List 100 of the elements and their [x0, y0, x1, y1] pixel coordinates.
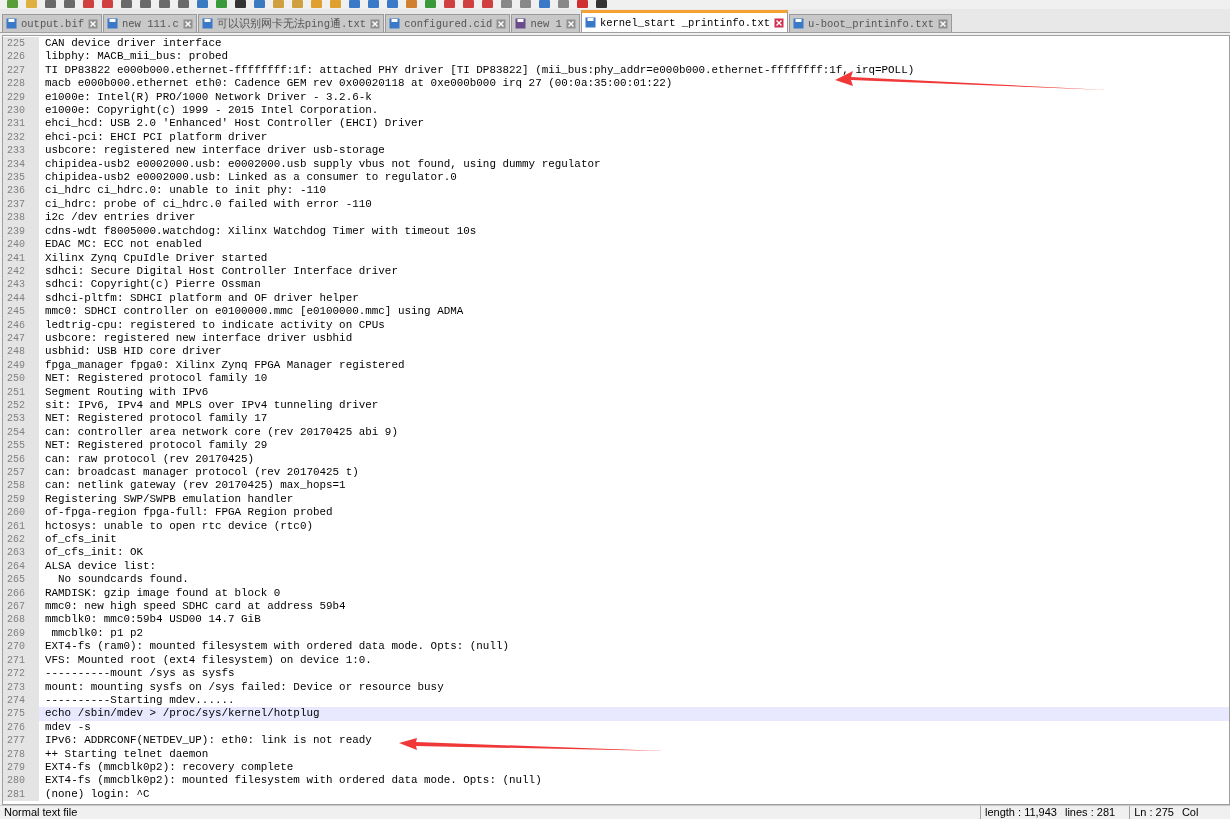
line-number: 257 — [3, 466, 39, 480]
toolbar-icon[interactable] — [120, 0, 133, 9]
file-tab[interactable]: kernel_start _printinfo.txt — [580, 10, 789, 32]
line-number: 236 — [3, 184, 39, 198]
code-line: NET: Registered protocol family 10 — [44, 372, 268, 386]
code-line: mmc0: SDHCI controller on e0100000.mmc [e0100000.mmc] using ADMA — [44, 305, 464, 319]
toolbar-icon[interactable] — [234, 0, 247, 9]
code-line: fpga_manager fpga0: Xilinx Zynq FPGA Manager registered — [44, 358, 405, 373]
code-line: libphy: MACB_mii_bus: probed — [44, 50, 228, 64]
code-line: TI DP83822 e000b000.ethernet-ffffffff:1f: attached PHY driver [TI DP83822] (mii_bus:phy_addr=e000b000.ethernet-ffffffff:1f, irq=POLL) — [44, 63, 915, 78]
line-number: 226 — [3, 50, 39, 64]
column-label: Col — [1180, 806, 1200, 819]
line-number: 277 — [3, 734, 39, 748]
code-line: EXT4-fs (ram0): mounted filesystem with ordered data mode. Opts: (null) — [44, 640, 510, 654]
code-line: CAN device driver interface — [44, 37, 222, 51]
file-tab[interactable]: configured.cid — [385, 14, 511, 32]
code-line: ALSA device list: — [44, 559, 157, 574]
line-number: 245 — [3, 305, 39, 319]
code-line: of_cfs_init — [44, 533, 117, 547]
line-number: 253 — [3, 412, 39, 426]
code-line: ehci_hcd: USB 2.0 'Enhanced' Host Controller (EHCI) Driver — [44, 117, 425, 131]
close-icon[interactable] — [774, 17, 785, 28]
close-icon[interactable] — [88, 18, 98, 29]
code-line: echo /sbin/mdev > /proc/sys/kernel/hotplug — [44, 707, 320, 721]
line-number: 255 — [3, 439, 39, 453]
code-line: VFS: Mounted root (ext4 filesystem) on device 1:0. — [44, 653, 372, 668]
code-line: can: broadcast manager protocol (rev 20170425 t) — [44, 466, 359, 480]
code-line: cdns-wdt f8005000.watchdog: Xilinx Watchdog Timer with timeout 10s — [44, 224, 477, 239]
line-number: 265 — [3, 573, 39, 587]
line-number: 272 — [3, 667, 39, 681]
code-line: ++ Starting telnet daemon — [44, 747, 209, 761]
code-line: mdev -s — [44, 720, 91, 735]
code-line: sdhci: Secure Digital Host Controller Interface driver — [44, 264, 398, 279]
file-tab[interactable]: u-boot_printinfo.txt — [789, 14, 953, 32]
line-number: 235 — [3, 171, 39, 185]
code-line: ci_hdrc ci_hdrc.0: unable to init phy: -110 — [44, 184, 327, 198]
code-line: sdhci: Copyright(c) Pierre Ossman — [44, 278, 261, 292]
line-number: 243 — [3, 278, 39, 292]
code-line: (none) login: ^C — [44, 787, 150, 802]
toolbar-icon[interactable] — [63, 0, 76, 9]
line-number: 268 — [3, 613, 39, 627]
code-line: NET: Registered protocol family 17 — [44, 412, 268, 426]
close-icon[interactable] — [938, 18, 949, 29]
toolbar-icon[interactable] — [158, 0, 171, 9]
line-number: 263 — [3, 546, 39, 560]
length-label: length : 11,943 — [980, 806, 1061, 819]
code-line: Registering SWP/SWPB emulation handler — [44, 492, 294, 507]
close-icon[interactable] — [496, 18, 507, 29]
lines-label: lines : 281 — [1063, 806, 1117, 819]
code-line: can: controller area network core (rev 20170425 abi 9) — [44, 425, 398, 440]
code-line: hctosys: unable to open rtc device (rtc0) — [44, 519, 313, 534]
file-tab[interactable]: 可以识别网卡无法ping通.txt — [197, 14, 385, 32]
code-line: IPv6: ADDRCONF(NETDEV_UP): eth0: link is not ready — [44, 734, 372, 748]
line-number: 231 — [3, 117, 39, 131]
code-line: mmcblk0: p1 p2 — [50, 626, 144, 641]
file-tab[interactable]: output.bif — [2, 14, 102, 32]
code-line: macb e000b000.ethernet eth0: Cadence GEM rev 0x00020118 at 0xe000b000 irq 27 (00:0a:35:00:01:22) — [44, 77, 673, 91]
file-type-label: Normal text file — [3, 806, 79, 819]
toolbar-icon[interactable] — [595, 0, 608, 9]
line-number: 240 — [3, 238, 39, 252]
line-number: 228 — [3, 77, 39, 91]
code-line: ci_hdrc: probe of ci_hdrc.0 failed with error -110 — [44, 197, 372, 212]
code-line: chipidea-usb2 e0002000.usb: Linked as a consumer to regulator.0 — [44, 171, 457, 185]
code-line: e1000e: Intel(R) PRO/1000 Network Driver - 3.2.6-k — [44, 90, 372, 105]
code-line: sit: IPv6, IPv4 and MPLS over IPv4 tunneling driver — [44, 398, 379, 413]
code-line: ledtrig-cpu: registered to indicate activity on CPUs — [44, 318, 385, 332]
toolbar-icon[interactable] — [139, 0, 152, 9]
code-line: of-fpga-region fpga-full: FPGA Region probed — [44, 506, 333, 520]
line-number: 238 — [3, 211, 39, 225]
code-line: e1000e: Copyright(c) 1999 - 2015 Intel Corporation. — [44, 104, 379, 118]
close-icon[interactable] — [565, 18, 576, 29]
line-number: 260 — [3, 506, 39, 520]
close-icon[interactable] — [182, 18, 193, 29]
code-line: Xilinx Zynq CpuIdle Driver started — [44, 251, 268, 265]
close-icon[interactable] — [370, 18, 381, 29]
line-number: 248 — [3, 345, 39, 359]
code-line: usbcore: registered new interface driver usbhid — [44, 331, 353, 346]
line-number: 267 — [3, 600, 39, 614]
line-number: 230 — [3, 104, 39, 118]
code-line: sdhci-pltfm: SDHCI platform and OF driver helper — [44, 291, 359, 306]
line-number: 280 — [3, 774, 39, 788]
code-line: can: netlink gateway (rev 20170425) max_hops=1 — [44, 479, 346, 493]
code-line: ----------Starting mdev...... — [44, 693, 235, 708]
code-line: EDAC MC: ECC not enabled — [44, 238, 202, 252]
code-line: usbhid: USB HID core driver — [44, 345, 222, 359]
code-line: ----------mount /sys as sysfs — [44, 667, 235, 681]
line-number: 275 — [3, 707, 39, 721]
line-number: 233 — [3, 144, 39, 158]
file-tab[interactable]: new 111.c — [103, 14, 197, 32]
line-number: 225 — [3, 37, 39, 51]
code-line: NET: Registered protocol family 29 — [44, 439, 268, 453]
code-line: No soundcards found. — [57, 573, 189, 587]
code-line: EXT4-fs (mmcblk0p2): mounted filesystem with ordered data mode. Opts: (null) — [44, 774, 542, 788]
code-line: mount: mounting sysfs on /sys failed: Device or resource busy — [44, 680, 444, 694]
toolbar-icon[interactable] — [44, 0, 57, 9]
line-number: 262 — [3, 533, 39, 547]
toolbar-icon[interactable] — [177, 0, 190, 9]
code-line: ehci-pci: EHCI PCI platform driver — [44, 130, 268, 145]
file-tab[interactable]: new 1 — [511, 14, 580, 32]
code-line: can: raw protocol (rev 20170425) — [44, 452, 255, 466]
